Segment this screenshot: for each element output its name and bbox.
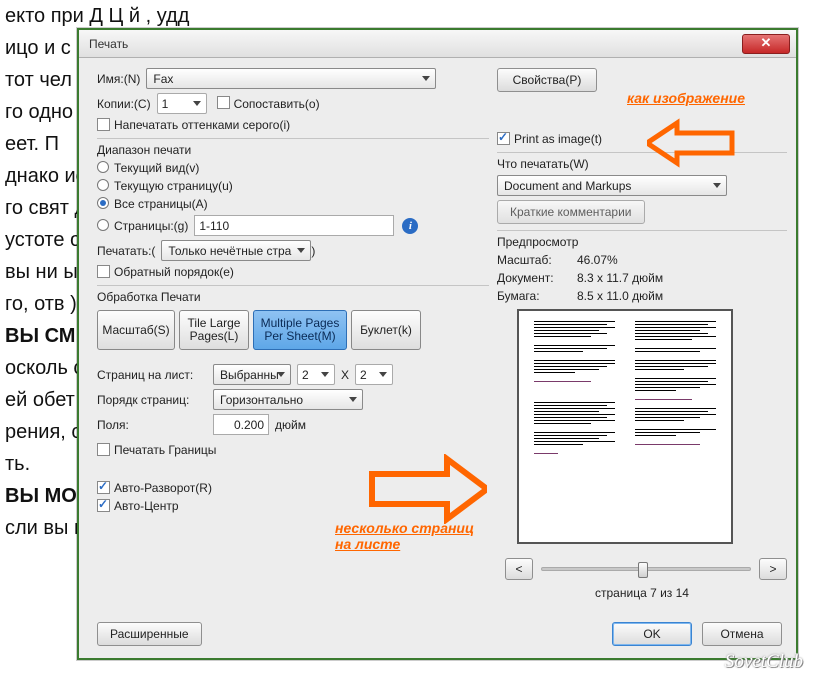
titlebar[interactable]: Печать ✕ xyxy=(79,30,796,58)
dialog-title: Печать xyxy=(89,37,128,51)
scale-tab[interactable]: Масштаб(S) xyxy=(97,310,175,350)
print-range-title: Диапазон печати xyxy=(97,143,489,157)
cancel-button[interactable]: Отмена xyxy=(702,622,782,646)
grayscale-checkbox[interactable] xyxy=(97,118,110,131)
range-current-view-radio[interactable] xyxy=(97,161,109,173)
handling-title: Обработка Печати xyxy=(97,290,489,304)
pages-per-sheet-select[interactable]: Выбранны xyxy=(213,364,291,385)
advanced-button[interactable]: Расширенные xyxy=(97,622,202,646)
info-icon[interactable]: i xyxy=(402,218,418,234)
print-dialog: Печать ✕ Имя:(N) Fax Копии:(C) 1 Сопоста… xyxy=(77,28,798,660)
close-button[interactable]: ✕ xyxy=(742,34,790,54)
preview-prev-button[interactable]: < xyxy=(505,558,533,580)
range-pages-radio[interactable] xyxy=(97,219,109,231)
annotation-1: как изображение xyxy=(627,90,745,106)
pages-input[interactable]: 1-110 xyxy=(194,215,394,236)
slider-thumb[interactable] xyxy=(638,562,648,578)
ok-button[interactable]: OK xyxy=(612,622,692,646)
print-borders-checkbox[interactable] xyxy=(97,443,110,456)
collate-checkbox[interactable] xyxy=(217,96,230,109)
range-all-pages-radio[interactable] xyxy=(97,197,109,209)
preview-slider[interactable] xyxy=(541,567,751,571)
pps-cols-input[interactable]: 2 xyxy=(297,364,335,385)
copies-label: Копии:(C) xyxy=(97,97,151,111)
booklet-tab[interactable]: Буклет(k) xyxy=(351,310,421,350)
subset-select[interactable]: Только нечётные стра xyxy=(161,240,311,261)
tile-tab[interactable]: Tile LargePages(L) xyxy=(179,310,249,350)
brief-comments-button[interactable]: Краткие комментарии xyxy=(497,200,645,224)
close-icon: ✕ xyxy=(761,35,772,50)
multiple-pages-tab[interactable]: Multiple PagesPer Sheet(M) xyxy=(253,310,347,350)
properties-button[interactable]: Свойства(P) xyxy=(497,68,597,92)
print-as-image-checkbox[interactable] xyxy=(497,132,510,145)
arrow-right-icon xyxy=(367,454,487,524)
printer-select[interactable]: Fax xyxy=(146,68,436,89)
preview-title: Предпросмотр xyxy=(497,235,787,249)
print-preview xyxy=(517,309,733,544)
copies-input[interactable]: 1 xyxy=(157,93,207,114)
page-order-select[interactable]: Горизонтально xyxy=(213,389,363,410)
what-to-print-select[interactable]: Document and Markups xyxy=(497,175,727,196)
preview-page-label: страница 7 из 14 xyxy=(497,586,787,600)
pps-rows-input[interactable]: 2 xyxy=(355,364,393,385)
arrow-left-icon xyxy=(647,118,737,168)
auto-center-checkbox[interactable] xyxy=(97,499,110,512)
margins-input[interactable]: 0.200 xyxy=(213,414,269,435)
preview-next-button[interactable]: > xyxy=(759,558,787,580)
annotation-2: несколько страницна листе xyxy=(335,520,474,552)
name-label: Имя:(N) xyxy=(97,72,140,86)
range-current-page-radio[interactable] xyxy=(97,179,109,191)
reverse-checkbox[interactable] xyxy=(97,265,110,278)
collate-label: Сопоставить(o) xyxy=(234,97,320,111)
grayscale-label: Напечатать оттенками серого(i) xyxy=(114,118,290,132)
auto-rotate-checkbox[interactable] xyxy=(97,481,110,494)
